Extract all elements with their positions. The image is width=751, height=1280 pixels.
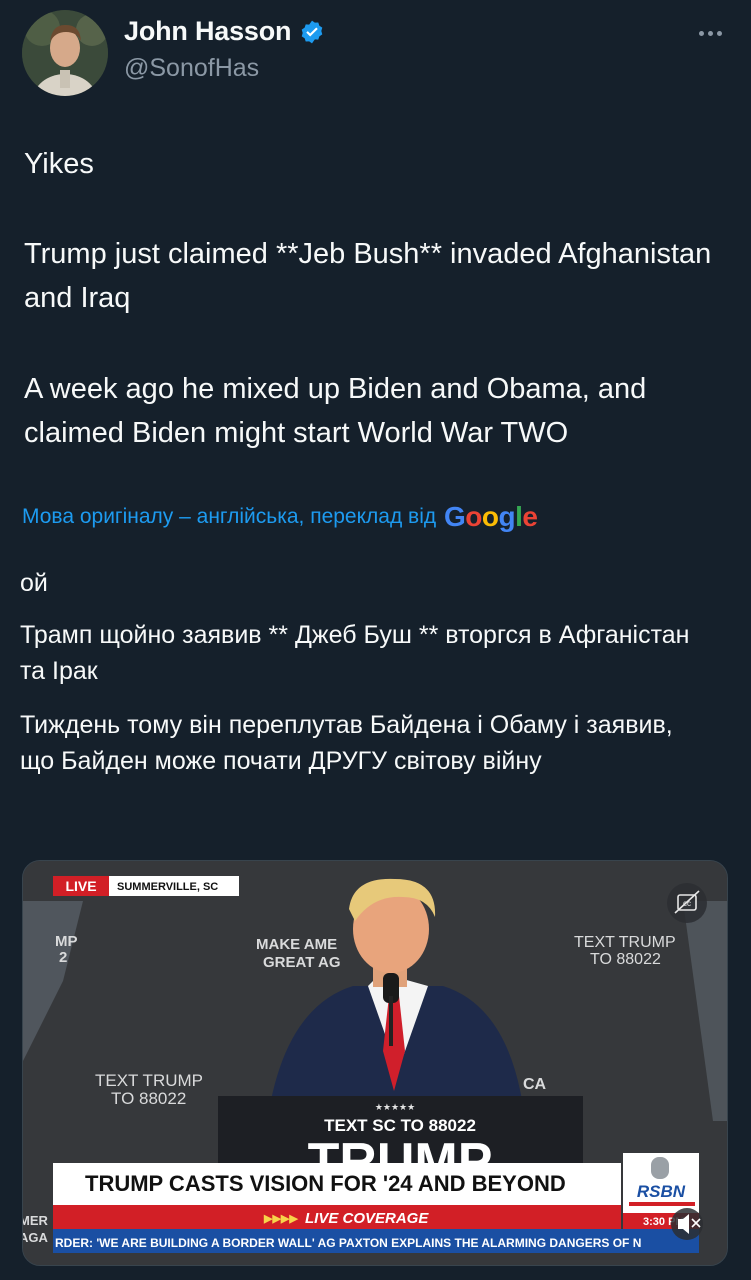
- translation-line-1: ой: [20, 569, 48, 597]
- sign-mid-bottom: TO 88022: [111, 1089, 186, 1108]
- display-name[interactable]: John Hasson: [124, 16, 292, 47]
- left-edge-sign-b: AGA: [23, 1230, 49, 1245]
- more-options-icon[interactable]: [690, 18, 730, 48]
- tweet-line-1: Yikes: [24, 148, 94, 180]
- left-edge-sign-a: MER: [23, 1213, 49, 1228]
- svg-text:Google: Google: [444, 501, 537, 532]
- sign-left-bottom: GREAT AG: [263, 954, 341, 971]
- live-coverage: LIVE COVERAGE: [305, 1210, 429, 1227]
- captions-icon[interactable]: cc: [667, 883, 707, 923]
- video-player[interactable]: MAKE AME GREAT AG TEXT TRUMP TO 88022 TE…: [22, 860, 728, 1266]
- translation-notice-text: Мова оригіналу – англійська, переклад ві…: [22, 505, 437, 528]
- translation-line-2: Трамп щойно заявив ** Джеб Буш ** вторгс…: [20, 621, 690, 685]
- translation-line-3: Тиждень тому він переплутав Байдена і Об…: [20, 711, 673, 775]
- google-logo: Google: [444, 501, 538, 532]
- sign-left-top: MAKE AME: [256, 936, 337, 953]
- translation-notice[interactable]: Мова оригіналу – англійська, переклад ві…: [22, 500, 544, 534]
- sign-right-bottom: TO 88022: [590, 951, 661, 968]
- video-frame: MAKE AME GREAT AG TEXT TRUMP TO 88022 TE…: [23, 861, 727, 1265]
- sign-right-top: TEXT TRUMP: [574, 934, 676, 951]
- ticker: RDER: 'WE ARE BUILDING A BORDER WALL' AG…: [55, 1236, 641, 1250]
- tweet-header: John Hasson @SonofHas: [0, 0, 751, 110]
- tweet-line-3: A week ago he mixed up Biden and Obama, …: [24, 373, 647, 449]
- avatar-image: [22, 10, 108, 96]
- sign-partial-ca: CA: [523, 1076, 547, 1093]
- sign-mid-top: TEXT TRUMP: [95, 1071, 203, 1090]
- mute-icon[interactable]: [671, 1208, 703, 1240]
- live-coverage-arrows-icon: ▶▶▶▶: [263, 1213, 298, 1225]
- sign-far-left-top: MP: [55, 933, 78, 950]
- podium-stars: ★★★★★: [375, 1102, 415, 1112]
- headline: TRUMP CASTS VISION FOR '24 AND BEYOND: [85, 1171, 566, 1196]
- tweet-line-2: Trump just claimed **Jeb Bush** invaded …: [24, 238, 712, 314]
- location-label: SUMMERVILLE, SC: [117, 881, 218, 893]
- verified-badge-icon: [302, 20, 323, 43]
- sign-far-left-bottom: 2: [59, 949, 67, 966]
- avatar[interactable]: [22, 10, 108, 96]
- handle[interactable]: @SonofHas: [124, 54, 259, 83]
- network-logo: RSBN: [637, 1182, 686, 1201]
- live-badge: LIVE: [65, 878, 96, 894]
